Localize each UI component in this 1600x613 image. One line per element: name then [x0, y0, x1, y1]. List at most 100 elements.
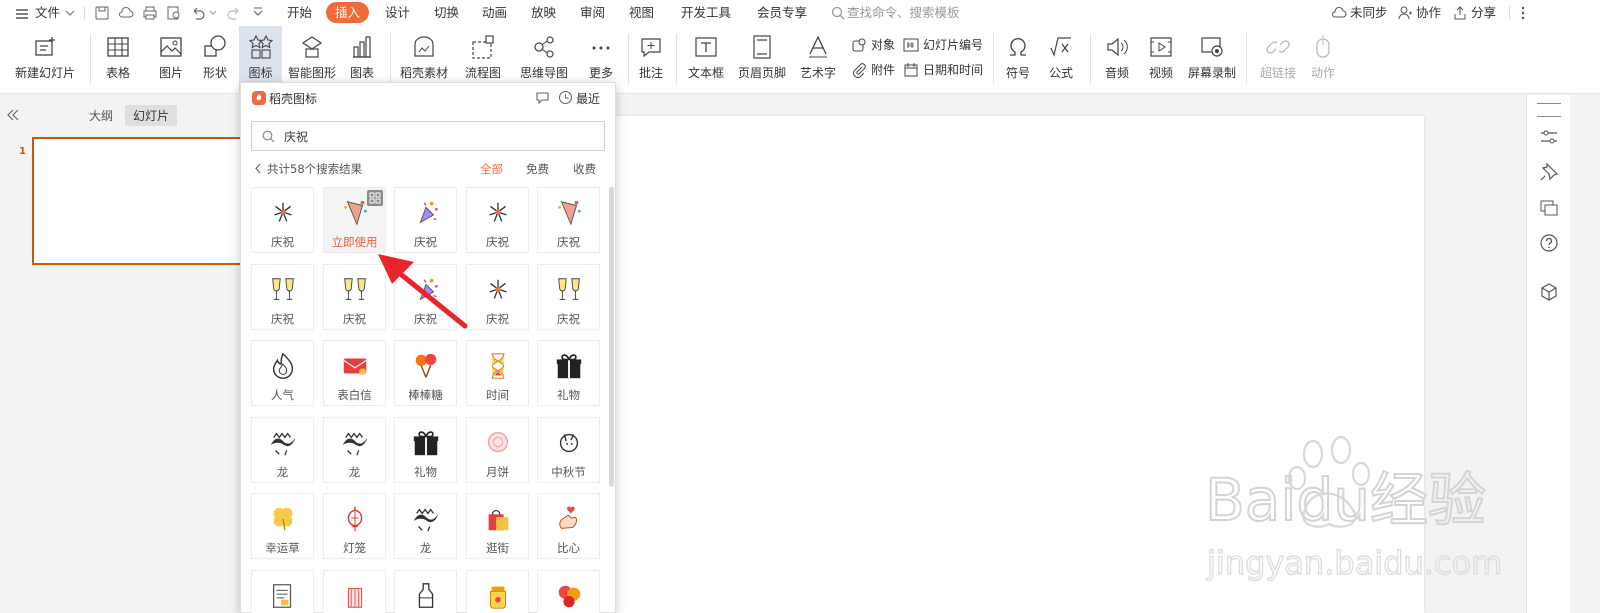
menu-icon[interactable]	[1537, 103, 1561, 117]
pin-icon[interactable]	[1539, 162, 1559, 182]
attachment-button[interactable]: 附件	[851, 59, 901, 81]
icon-result-item[interactable]: 庆祝	[466, 187, 529, 253]
icon-result-item[interactable]: 灯笼	[323, 493, 386, 559]
back-chevron-icon[interactable]	[254, 163, 263, 174]
divider	[1090, 34, 1091, 84]
hyperlink-button[interactable]: 超链接	[1252, 26, 1304, 92]
icon-result-item[interactable]: 礼物	[537, 340, 600, 406]
print-icon[interactable]	[142, 5, 158, 21]
symbol-button[interactable]: 符号	[998, 26, 1038, 92]
cube-icon[interactable]	[1539, 282, 1559, 302]
chevron-down-icon[interactable]	[208, 8, 218, 18]
help-icon[interactable]	[1539, 233, 1559, 253]
icon-result-item[interactable]: 庆祝	[537, 187, 600, 253]
tab-view[interactable]: 视图	[620, 2, 663, 23]
slides-tab[interactable]: 幻灯片	[125, 105, 178, 126]
undo-icon[interactable]	[190, 5, 206, 21]
icon-result-item[interactable]: 龙	[251, 417, 314, 483]
tab-home[interactable]: 开始	[278, 2, 321, 23]
audio-button[interactable]: 音频	[1096, 26, 1138, 92]
collapse-panel-icon[interactable]	[6, 109, 20, 121]
icon-result-item[interactable]: 立即使用	[323, 187, 386, 253]
print-preview-icon[interactable]	[166, 5, 182, 21]
cloud-sync-icon[interactable]	[1331, 5, 1347, 21]
filter-paid[interactable]: 收费	[573, 161, 596, 177]
outline-tab[interactable]: 大纲	[89, 107, 113, 124]
icon-search-box[interactable]: 庆祝	[251, 121, 605, 151]
icon-result-item[interactable]: 礼物	[394, 417, 457, 483]
textbox-button[interactable]: 文本框	[680, 26, 732, 92]
customize-toolbar-icon[interactable]	[250, 5, 266, 21]
cloud-save-icon[interactable]	[118, 5, 134, 21]
icon-result-item[interactable]: 龙	[394, 493, 457, 559]
icon-result-item[interactable]: 庆祝	[466, 264, 529, 330]
tab-transition[interactable]: 切换	[425, 2, 468, 23]
icon-result-item[interactable]: 庆祝	[537, 264, 600, 330]
more-vertical-icon[interactable]	[1515, 5, 1531, 21]
chevron-down-icon[interactable]	[64, 7, 76, 19]
redo-icon[interactable]	[226, 5, 242, 21]
table-button[interactable]: 表格	[96, 26, 140, 92]
icon-result-item[interactable]	[251, 570, 314, 613]
save-icon[interactable]	[94, 5, 110, 21]
tab-developer[interactable]: 开发工具	[672, 2, 740, 23]
header-footer-button[interactable]: 页眉页脚	[736, 26, 788, 92]
tab-insert[interactable]: 插入	[326, 2, 370, 23]
icon-result-item[interactable]	[466, 570, 529, 613]
video-button[interactable]: 视频	[1140, 26, 1182, 92]
hamburger-menu-icon[interactable]	[14, 6, 30, 22]
icon-result-item[interactable]: 比心	[537, 493, 600, 559]
share-icon[interactable]	[1452, 5, 1468, 21]
properties-icon[interactable]	[1539, 127, 1559, 147]
icon-result-item[interactable]: 月饼	[466, 417, 529, 483]
icon-result-item[interactable]: 龙	[323, 417, 386, 483]
tab-member[interactable]: 会员专享	[748, 2, 816, 23]
new-slide-button[interactable]: 新建幻灯片	[6, 26, 84, 92]
filter-free[interactable]: 免费	[526, 161, 549, 177]
share-button[interactable]: 分享	[1471, 0, 1496, 26]
icon-result-item[interactable]: 时间	[466, 340, 529, 406]
slide-transition-icon[interactable]	[1539, 198, 1559, 218]
popup-scrollbar[interactable]	[609, 187, 614, 487]
icon-result-item[interactable]: 人气	[251, 340, 314, 406]
icon-result-item[interactable]: 中秋节	[537, 417, 600, 483]
chat-icon[interactable]	[535, 90, 550, 105]
formula-button[interactable]: 公式	[1040, 26, 1082, 92]
tab-design[interactable]: 设计	[376, 2, 419, 23]
sync-status[interactable]: 未同步	[1350, 0, 1388, 26]
clock-icon[interactable]	[558, 90, 573, 105]
shape-button[interactable]: 形状	[195, 26, 235, 92]
tab-review[interactable]: 审阅	[571, 2, 614, 23]
icon-result-item[interactable]: 庆祝	[251, 264, 314, 330]
collaborate-icon[interactable]	[1397, 5, 1413, 21]
recent-button[interactable]: 最近	[576, 90, 600, 107]
icon-result-item[interactable]: 逛街	[466, 493, 529, 559]
tab-slideshow[interactable]: 放映	[522, 2, 565, 23]
icon-result-item[interactable]	[323, 570, 386, 613]
icon-result-item[interactable]: 表白信	[323, 340, 386, 406]
action-button[interactable]: 动作	[1306, 26, 1340, 92]
object-button[interactable]: 对象	[851, 34, 901, 56]
file-menu[interactable]: 文件	[35, 0, 60, 26]
icon-result-item[interactable]: 庆祝	[394, 187, 457, 253]
icon-search-input[interactable]: 庆祝	[284, 128, 308, 145]
icon-label: 庆祝	[486, 312, 509, 326]
tab-animation[interactable]: 动画	[473, 2, 516, 23]
icon-result-item[interactable]	[537, 570, 600, 613]
icon-result-item[interactable]: 棒棒糖	[394, 340, 457, 406]
divider	[1509, 6, 1510, 20]
slide-thumbnail[interactable]	[32, 137, 247, 265]
collaborate-button[interactable]: 协作	[1416, 0, 1441, 26]
screen-record-button[interactable]: 屏幕录制	[1184, 26, 1240, 92]
slide-number-button[interactable]: 幻灯片编号	[903, 34, 987, 56]
comment-button[interactable]: 批注	[632, 26, 670, 92]
icon-result-item[interactable]: 幸运草	[251, 493, 314, 559]
picture-button[interactable]: 图片	[150, 26, 192, 92]
datetime-button[interactable]: 日期和时间	[903, 59, 987, 81]
wordart-button[interactable]: 艺术字	[793, 26, 843, 92]
filter-all[interactable]: 全部	[480, 161, 503, 177]
icon-result-item[interactable]	[394, 570, 457, 613]
more-options-icon[interactable]	[367, 190, 383, 206]
icon-result-item[interactable]: 庆祝	[251, 187, 314, 253]
command-search-input[interactable]: 查找命令、搜索模板	[847, 0, 960, 26]
